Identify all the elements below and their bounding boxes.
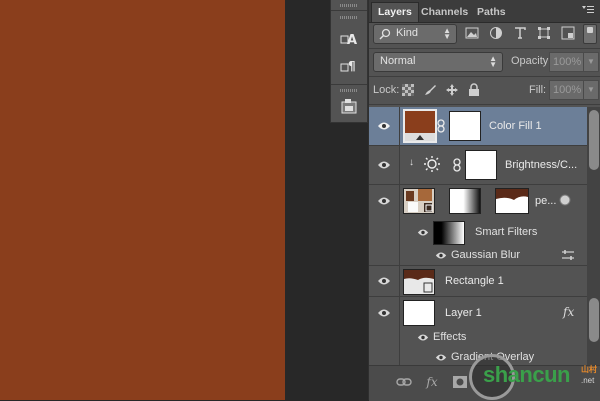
add-mask-icon[interactable] [451,374,469,390]
eye-icon[interactable] [415,331,431,343]
layer-name[interactable]: Layer 1 [445,307,482,319]
fill-input[interactable]: 100% [549,80,584,100]
eye-icon[interactable] [376,120,392,132]
filter-toggle-switch[interactable] [583,24,597,44]
lock-label: Lock: [373,84,400,96]
filter-type-icon[interactable] [513,26,527,40]
tab-paths[interactable]: Paths [471,3,512,22]
sun-icon[interactable] [423,155,441,173]
filter-shape-icon[interactable] [537,26,551,40]
document-canvas[interactable] [0,0,285,400]
layer-name[interactable]: pe... [535,195,556,207]
filter-kind-label: Kind [396,27,419,39]
link-icon[interactable] [453,158,461,172]
divider [369,48,600,49]
layer-comps-icon[interactable] [339,96,359,116]
divider [369,104,600,105]
layer-row-color-fill[interactable]: Color Fill 1 [369,107,587,146]
watermark-chinese: 山村 [581,365,597,374]
filter-blending-options-icon[interactable] [561,249,575,261]
blend-mode-select[interactable]: Normal ▲ ▼ [373,52,503,72]
opacity-label: Opacity: [511,55,552,67]
clipping-arrow-icon: ↓ [409,157,414,168]
layer-name[interactable]: Color Fill 1 [489,120,542,132]
filter-pixel-icon[interactable] [465,26,479,40]
lock-transparent-pixels-icon[interactable] [401,83,415,97]
character-panel-icon[interactable]: A [339,29,359,49]
smart-object-badge-icon [559,194,571,206]
eye-icon[interactable] [415,226,431,238]
fx-icon[interactable]: fx [563,305,574,319]
paragraph-panel-icon[interactable]: ¶ [339,56,359,76]
gaussian-blur-label[interactable]: Gaussian Blur [451,249,520,261]
chevron-updown-icon: ▲ ▼ [489,54,497,69]
lock-all-icon[interactable] [467,83,481,97]
opacity-dropdown-button[interactable]: ▼ [583,52,599,72]
filter-kind-select[interactable]: Kind ▲ ▼ [373,24,457,44]
layer-mask-thumbnail[interactable] [465,150,497,180]
link-icon[interactable] [437,119,445,133]
divider [369,76,600,77]
dock-grip[interactable] [340,16,358,19]
layer-filter-row: Kind ▲ ▼ [369,24,600,46]
blend-row: Normal ▲ ▼ Opacity: 100% ▼ [369,52,600,74]
layer-row-brightness-contrast[interactable]: ↓ Brightness/C... [369,146,587,185]
svg-text:¶: ¶ [348,59,356,73]
eye-icon[interactable] [376,275,392,287]
watermark-domain: .net [581,376,595,385]
lock-row: Lock: Fill: 100% ▼ [369,80,600,102]
layer-name[interactable]: Rectangle 1 [445,275,504,287]
search-icon [379,28,391,40]
eye-icon[interactable] [376,195,392,207]
dock-grip[interactable] [340,4,358,7]
smart-object-thumbnail[interactable] [403,188,435,214]
layer-mask-thumbnail[interactable] [449,111,481,141]
eye-icon[interactable] [376,159,392,171]
lock-image-pixels-icon[interactable] [423,83,437,97]
add-layer-style-icon[interactable]: fx [423,374,441,390]
dock-grip[interactable] [340,89,358,92]
workspace-background [285,0,330,400]
smart-filter-mask-thumbnail[interactable] [433,221,465,245]
lock-position-icon[interactable] [445,83,459,97]
layer-row-smart-object[interactable]: pe... Smart Filters Gaussian Blur [369,185,587,266]
dock-divider [331,10,367,11]
fill-dropdown-button[interactable]: ▼ [583,80,599,100]
vector-mask-thumbnail[interactable] [495,188,529,214]
opacity-input[interactable]: 100% [549,52,584,72]
filter-adjustment-icon[interactable] [489,26,503,40]
fill-label: Fill: [529,84,547,96]
dock-divider [331,84,367,85]
svg-text:A: A [347,33,357,48]
eye-icon[interactable] [376,307,392,319]
eye-icon[interactable] [433,351,449,363]
scrollbar-thumb-lower[interactable] [589,298,599,342]
filter-mask-thumbnail[interactable] [449,188,481,214]
watermark-text: shancun [483,362,570,387]
layers-panel: Layers Channels Paths Kind ▲ ▼ Normal ▲ … [368,0,600,401]
site-watermark-logo: shancun 山村 .net [469,352,600,400]
blend-mode-value: Normal [380,55,416,67]
smart-filters-label[interactable]: Smart Filters [475,226,537,238]
tab-layers[interactable]: Layers [371,2,419,22]
link-layers-icon[interactable] [395,374,413,390]
layer-thumbnail[interactable] [403,300,435,326]
chevron-updown-icon: ▲ ▼ [443,26,451,41]
filter-smart-object-icon[interactable] [561,26,575,40]
scrollbar-thumb[interactable] [589,110,599,170]
fill-color-thumbnail[interactable] [403,109,437,143]
layer-row-rectangle[interactable]: Rectangle 1 [369,266,587,297]
layers-list: Color Fill 1 ↓ Brightness/C... pe... Sma… [369,107,587,365]
eye-icon[interactable] [433,249,449,261]
layer-name[interactable]: Brightness/C... [505,159,577,171]
tab-channels[interactable]: Channels [415,3,474,22]
panel-dock: A ¶ [330,0,368,123]
panel-menu-icon[interactable] [581,4,595,16]
shape-layer-thumbnail[interactable] [403,269,435,295]
effects-label[interactable]: Effects [433,331,466,343]
panel-tab-bar: Layers Channels Paths [369,0,600,23]
